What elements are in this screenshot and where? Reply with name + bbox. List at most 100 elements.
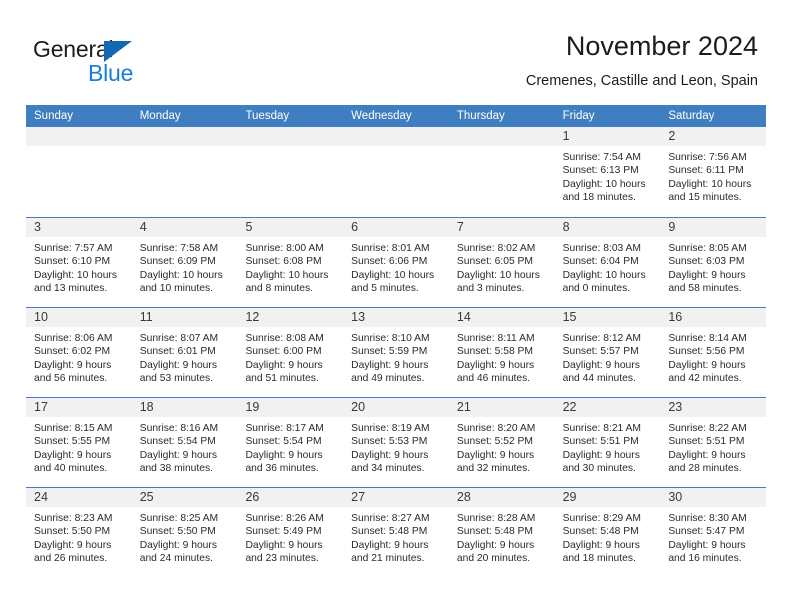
day-info-line: Daylight: 10 hours (668, 178, 752, 190)
day-info-line: and 28 minutes. (668, 463, 742, 475)
calendar-day-cell[interactable]: 27 Sunrise: 8:27 AM Sunset: 5:48 PM Dayligh… (343, 488, 449, 577)
day-info-line: Daylight: 9 hours (245, 359, 323, 371)
day-info-line: Sunset: 6:02 PM (34, 346, 111, 358)
day-info-line: Daylight: 9 hours (562, 359, 640, 371)
calendar-day-cell[interactable]: 15 Sunrise: 8:12 AM Sunset: 5:57 PM Dayligh… (554, 308, 661, 397)
day-details: Sunrise: 8:29 AM Sunset: 5:48 PM Daylight:… (555, 507, 661, 566)
day-number-band: 6 (343, 218, 449, 237)
weekday-header-monday: Monday (139, 110, 181, 122)
day-number: 9 (668, 220, 676, 234)
day-details: Sunrise: 7:58 AM Sunset: 6:09 PM Daylight:… (132, 237, 238, 296)
brand-logo[interactable]: General Blue (33, 36, 233, 90)
calendar-day-cell[interactable]: 1 Sunrise: 7:54 AM Sunset: 6:13 PM Daylight… (554, 127, 661, 217)
calendar-day-cell-empty (26, 127, 132, 217)
day-details: Sunrise: 8:20 AM Sunset: 5:52 PM Daylight:… (449, 417, 555, 476)
calendar-day-cell[interactable]: 8 Sunrise: 8:03 AM Sunset: 6:04 PM Daylight… (554, 218, 661, 307)
day-info-line: Sunrise: 8:07 AM (139, 333, 219, 344)
day-details: Sunrise: 8:00 AM Sunset: 6:08 PM Daylight:… (237, 237, 343, 296)
day-info-line: Sunset: 6:03 PM (668, 256, 745, 268)
calendar-day-cell[interactable]: 3 Sunrise: 7:57 AM Sunset: 6:10 PM Daylight… (26, 218, 132, 307)
day-details: Sunrise: 8:06 AM Sunset: 6:02 PM Daylight:… (26, 327, 132, 386)
calendar-day-cell[interactable]: 14 Sunrise: 8:11 AM Sunset: 5:58 PM Dayligh… (448, 308, 555, 397)
brand-name-blue: Blue (88, 60, 134, 86)
calendar-day-cell[interactable]: 2 Sunrise: 7:56 AM Sunset: 6:11 PM Daylight… (660, 127, 767, 217)
day-info-line: and 44 minutes. (562, 373, 636, 385)
day-details (237, 146, 343, 151)
day-number: 23 (668, 400, 683, 414)
calendar-day-cell[interactable]: 24 Sunrise: 8:23 AM Sunset: 5:50 PM Dayligh… (26, 488, 132, 577)
day-info-line: Sunset: 5:59 PM (351, 346, 428, 358)
calendar-day-cell[interactable]: 21 Sunrise: 8:20 AM Sunset: 5:52 PM Dayligh… (448, 398, 555, 487)
day-info-line: Daylight: 9 hours (668, 269, 746, 281)
day-info-line: Sunrise: 8:02 AM (456, 243, 536, 254)
day-info-line: Sunset: 5:47 PM (668, 526, 745, 538)
calendar-day-cell[interactable]: 22 Sunrise: 8:21 AM Sunset: 5:51 PM Dayligh… (554, 398, 661, 487)
day-info-line: Daylight: 9 hours (456, 539, 535, 551)
day-info-line: Sunrise: 8:30 AM (668, 513, 747, 524)
calendar-day-cell[interactable]: 23 Sunrise: 8:22 AM Sunset: 5:51 PM Dayligh… (660, 398, 767, 487)
day-details: Sunrise: 7:56 AM Sunset: 6:11 PM Daylight:… (660, 146, 766, 205)
day-info-line: and 58 minutes. (668, 283, 742, 295)
calendar-day-cell[interactable]: 18 Sunrise: 8:16 AM Sunset: 5:54 PM Dayligh… (131, 398, 238, 487)
day-number-band (237, 127, 344, 146)
calendar-day-cell[interactable]: 30 Sunrise: 8:30 AM Sunset: 5:47 PM Dayligh… (660, 488, 767, 577)
day-details: Sunrise: 8:21 AM Sunset: 5:51 PM Daylight:… (555, 417, 661, 476)
day-info-line: Daylight: 9 hours (456, 359, 535, 371)
day-number: 8 (562, 220, 570, 234)
day-number: 17 (34, 400, 48, 414)
calendar-day-cell[interactable]: 7 Sunrise: 8:02 AM Sunset: 6:05 PM Daylight… (448, 218, 555, 307)
weekday-header-row: Sunday Monday Tuesday Wednesday Thursday Frid… (26, 105, 766, 127)
day-number-band: 25 (131, 488, 238, 507)
calendar-weeks: 1 Sunrise: 7:54 AM Sunset: 6:13 PM Daylight… (26, 127, 767, 577)
day-info-line: and 53 minutes. (139, 373, 213, 385)
calendar-day-cell[interactable]: 6 Sunrise: 8:01 AM Sunset: 6:06 PM Daylight… (343, 218, 449, 307)
calendar-day-cell[interactable]: 4 Sunrise: 7:58 AM Sunset: 6:09 PM Daylight… (131, 218, 238, 307)
calendar-day-cell[interactable]: 28 Sunrise: 8:28 AM Sunset: 5:48 PM Dayligh… (448, 488, 555, 577)
day-number: 30 (668, 490, 683, 504)
calendar-day-cell[interactable]: 29 Sunrise: 8:29 AM Sunset: 5:48 PM Dayligh… (554, 488, 661, 577)
day-info-line: Sunset: 5:52 PM (456, 436, 534, 448)
day-details: Sunrise: 8:15 AM Sunset: 5:55 PM Daylight:… (26, 417, 132, 476)
calendar-day-cell[interactable]: 5 Sunrise: 8:00 AM Sunset: 6:08 PM Daylight… (237, 218, 344, 307)
day-details: Sunrise: 8:27 AM Sunset: 5:48 PM Daylight:… (343, 507, 449, 566)
day-info-line: Sunrise: 8:23 AM (34, 513, 113, 524)
calendar-day-cell[interactable]: 17 Sunrise: 8:15 AM Sunset: 5:55 PM Dayligh… (26, 398, 132, 487)
day-number: 20 (351, 400, 366, 414)
calendar-day-cell[interactable]: 19 Sunrise: 8:17 AM Sunset: 5:54 PM Dayligh… (237, 398, 344, 487)
day-details (26, 146, 132, 151)
day-info-line: Sunset: 6:08 PM (245, 256, 322, 268)
day-number-band: 30 (660, 488, 767, 507)
day-info-line: Sunset: 5:50 PM (139, 526, 216, 538)
calendar-day-cell[interactable]: 10 Sunrise: 8:06 AM Sunset: 6:02 PM Dayligh… (26, 308, 132, 397)
day-info-line: and 10 minutes. (139, 283, 213, 295)
day-details: Sunrise: 8:25 AM Sunset: 5:50 PM Daylight:… (132, 507, 238, 566)
day-info-line: Sunset: 5:57 PM (562, 346, 639, 358)
calendar-day-cell[interactable]: 13 Sunrise: 8:10 AM Sunset: 5:59 PM Dayligh… (343, 308, 449, 397)
day-number: 27 (351, 490, 366, 504)
calendar-day-cell[interactable]: 16 Sunrise: 8:14 AM Sunset: 5:56 PM Dayligh… (660, 308, 767, 397)
day-number-band: 7 (448, 218, 555, 237)
day-number: 22 (562, 400, 577, 414)
day-number-band: 27 (343, 488, 449, 507)
calendar-day-cell[interactable]: 12 Sunrise: 8:08 AM Sunset: 6:00 PM Dayligh… (237, 308, 344, 397)
calendar-day-cell[interactable]: 26 Sunrise: 8:26 AM Sunset: 5:49 PM Dayligh… (237, 488, 344, 577)
day-info-line: and 40 minutes. (34, 463, 108, 475)
day-details: Sunrise: 8:30 AM Sunset: 5:47 PM Daylight:… (660, 507, 766, 566)
day-number-band: 5 (237, 218, 344, 237)
calendar-day-cell[interactable]: 11 Sunrise: 8:07 AM Sunset: 6:01 PM Dayligh… (131, 308, 238, 397)
day-number-band: 8 (554, 218, 661, 237)
day-info-line: and 16 minutes. (668, 553, 742, 565)
day-number: 2 (668, 129, 676, 143)
day-info-line: and 8 minutes. (245, 283, 313, 295)
day-details: Sunrise: 8:28 AM Sunset: 5:48 PM Daylight:… (449, 507, 555, 566)
calendar-day-cell[interactable]: 9 Sunrise: 8:05 AM Sunset: 6:03 PM Daylight… (660, 218, 767, 307)
day-info-line: Sunset: 5:56 PM (668, 346, 745, 358)
calendar-day-cell[interactable]: 20 Sunrise: 8:19 AM Sunset: 5:53 PM Dayligh… (343, 398, 449, 487)
calendar-day-cell[interactable]: 25 Sunrise: 8:25 AM Sunset: 5:50 PM Dayligh… (131, 488, 238, 577)
day-info-line: Sunset: 5:54 PM (245, 436, 322, 448)
day-info-line: and 51 minutes. (245, 373, 319, 385)
day-number-band: 14 (448, 308, 555, 327)
brand-name-general: General (33, 36, 114, 62)
day-details: Sunrise: 8:01 AM Sunset: 6:06 PM Daylight:… (343, 237, 449, 296)
day-info-line: Sunrise: 8:03 AM (562, 243, 642, 254)
